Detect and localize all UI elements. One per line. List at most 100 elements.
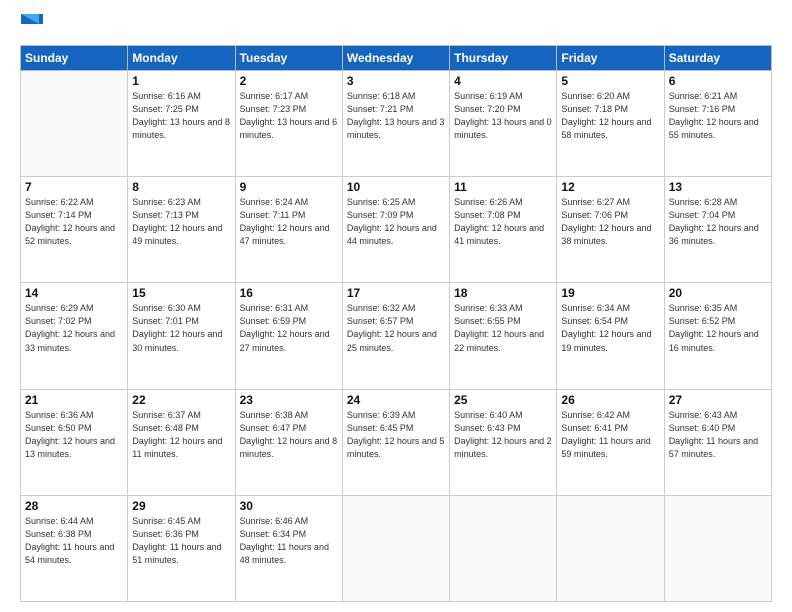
day-number: 9 [240, 180, 338, 194]
calendar-cell: 21 Sunrise: 6:36 AMSunset: 6:50 PMDayligh… [21, 389, 128, 495]
calendar-cell: 6 Sunrise: 6:21 AMSunset: 7:16 PMDaylight… [664, 71, 771, 177]
day-number: 13 [669, 180, 767, 194]
week-row-4: 21 Sunrise: 6:36 AMSunset: 6:50 PMDayligh… [21, 389, 772, 495]
day-info: Sunrise: 6:43 AMSunset: 6:40 PMDaylight:… [669, 409, 767, 461]
weekday-header-sunday: Sunday [21, 46, 128, 71]
day-number: 22 [132, 393, 230, 407]
week-row-3: 14 Sunrise: 6:29 AMSunset: 7:02 PMDayligh… [21, 283, 772, 389]
day-number: 24 [347, 393, 445, 407]
calendar-cell: 24 Sunrise: 6:39 AMSunset: 6:45 PMDayligh… [342, 389, 449, 495]
day-number: 20 [669, 286, 767, 300]
day-number: 1 [132, 74, 230, 88]
calendar-cell: 22Sunrise: 6:37 AMSunset: 6:48 PMDayligh… [128, 389, 235, 495]
calendar-cell: 30 Sunrise: 6:46 AMSunset: 6:34 PMDayligh… [235, 495, 342, 601]
day-number: 29 [132, 499, 230, 513]
day-number: 26 [561, 393, 659, 407]
calendar-cell: 17 Sunrise: 6:32 AMSunset: 6:57 PMDayligh… [342, 283, 449, 389]
calendar-cell: 4 Sunrise: 6:19 AMSunset: 7:20 PMDaylight… [450, 71, 557, 177]
day-info: Sunrise: 6:24 AMSunset: 7:11 PMDaylight:… [240, 196, 338, 248]
calendar-cell: 29 Sunrise: 6:45 AMSunset: 6:36 PMDayligh… [128, 495, 235, 601]
day-info: Sunrise: 6:34 AMSunset: 6:54 PMDaylight:… [561, 302, 659, 354]
week-row-5: 28Sunrise: 6:44 AMSunset: 6:38 PMDayligh… [21, 495, 772, 601]
day-info: Sunrise: 6:32 AMSunset: 6:57 PMDaylight:… [347, 302, 445, 354]
day-number: 25 [454, 393, 552, 407]
day-number: 19 [561, 286, 659, 300]
day-info: Sunrise: 6:18 AMSunset: 7:21 PMDaylight:… [347, 90, 445, 142]
day-number: 17 [347, 286, 445, 300]
day-number: 4 [454, 74, 552, 88]
calendar-cell: 28Sunrise: 6:44 AMSunset: 6:38 PMDayligh… [21, 495, 128, 601]
day-number: 27 [669, 393, 767, 407]
day-info: Sunrise: 6:26 AMSunset: 7:08 PMDaylight:… [454, 196, 552, 248]
day-number: 23 [240, 393, 338, 407]
day-info: Sunrise: 6:33 AMSunset: 6:55 PMDaylight:… [454, 302, 552, 354]
day-info: Sunrise: 6:42 AMSunset: 6:41 PMDaylight:… [561, 409, 659, 461]
weekday-header-row: SundayMondayTuesdayWednesdayThursdayFrid… [21, 46, 772, 71]
weekday-header-friday: Friday [557, 46, 664, 71]
day-number: 2 [240, 74, 338, 88]
calendar-cell: 11 Sunrise: 6:26 AMSunset: 7:08 PMDayligh… [450, 177, 557, 283]
header [20, 16, 772, 37]
calendar: SundayMondayTuesdayWednesdayThursdayFrid… [20, 45, 772, 602]
day-number: 16 [240, 286, 338, 300]
day-info: Sunrise: 6:40 AMSunset: 6:43 PMDaylight:… [454, 409, 552, 461]
calendar-cell [342, 495, 449, 601]
calendar-cell: 13 Sunrise: 6:28 AMSunset: 7:04 PMDayligh… [664, 177, 771, 283]
day-number: 5 [561, 74, 659, 88]
day-info: Sunrise: 6:21 AMSunset: 7:16 PMDaylight:… [669, 90, 767, 142]
day-info: Sunrise: 6:22 AMSunset: 7:14 PMDaylight:… [25, 196, 123, 248]
day-number: 6 [669, 74, 767, 88]
calendar-cell: 19 Sunrise: 6:34 AMSunset: 6:54 PMDayligh… [557, 283, 664, 389]
day-number: 11 [454, 180, 552, 194]
day-number: 21 [25, 393, 123, 407]
logo [20, 16, 43, 37]
day-info: Sunrise: 6:46 AMSunset: 6:34 PMDaylight:… [240, 515, 338, 567]
day-number: 15 [132, 286, 230, 300]
calendar-cell: 1 Sunrise: 6:16 AMSunset: 7:25 PMDaylight… [128, 71, 235, 177]
day-number: 30 [240, 499, 338, 513]
calendar-cell: 2 Sunrise: 6:17 AMSunset: 7:23 PMDaylight… [235, 71, 342, 177]
day-number: 3 [347, 74, 445, 88]
weekday-header-thursday: Thursday [450, 46, 557, 71]
calendar-cell: 3 Sunrise: 6:18 AMSunset: 7:21 PMDaylight… [342, 71, 449, 177]
calendar-cell: 16 Sunrise: 6:31 AMSunset: 6:59 PMDayligh… [235, 283, 342, 389]
calendar-cell: 27 Sunrise: 6:43 AMSunset: 6:40 PMDayligh… [664, 389, 771, 495]
day-number: 18 [454, 286, 552, 300]
day-info: Sunrise: 6:44 AMSunset: 6:38 PMDaylight:… [25, 515, 123, 567]
day-info: Sunrise: 6:17 AMSunset: 7:23 PMDaylight:… [240, 90, 338, 142]
weekday-header-wednesday: Wednesday [342, 46, 449, 71]
day-info: Sunrise: 6:35 AMSunset: 6:52 PMDaylight:… [669, 302, 767, 354]
calendar-cell: 8Sunrise: 6:23 AMSunset: 7:13 PMDaylight… [128, 177, 235, 283]
calendar-cell [664, 495, 771, 601]
day-info: Sunrise: 6:31 AMSunset: 6:59 PMDaylight:… [240, 302, 338, 354]
calendar-cell: 25 Sunrise: 6:40 AMSunset: 6:43 PMDayligh… [450, 389, 557, 495]
day-number: 7 [25, 180, 123, 194]
calendar-cell [450, 495, 557, 601]
day-info: Sunrise: 6:30 AMSunset: 7:01 PMDaylight:… [132, 302, 230, 354]
calendar-cell: 26 Sunrise: 6:42 AMSunset: 6:41 PMDayligh… [557, 389, 664, 495]
week-row-2: 7 Sunrise: 6:22 AMSunset: 7:14 PMDaylight… [21, 177, 772, 283]
day-info: Sunrise: 6:36 AMSunset: 6:50 PMDaylight:… [25, 409, 123, 461]
calendar-cell: 14 Sunrise: 6:29 AMSunset: 7:02 PMDayligh… [21, 283, 128, 389]
day-info: Sunrise: 6:29 AMSunset: 7:02 PMDaylight:… [25, 302, 123, 354]
day-info: Sunrise: 6:27 AMSunset: 7:06 PMDaylight:… [561, 196, 659, 248]
calendar-cell: 15 Sunrise: 6:30 AMSunset: 7:01 PMDayligh… [128, 283, 235, 389]
day-number: 10 [347, 180, 445, 194]
day-info: Sunrise: 6:16 AMSunset: 7:25 PMDaylight:… [132, 90, 230, 142]
day-info: Sunrise: 6:28 AMSunset: 7:04 PMDaylight:… [669, 196, 767, 248]
calendar-cell: 23 Sunrise: 6:38 AMSunset: 6:47 PMDayligh… [235, 389, 342, 495]
day-info: Sunrise: 6:20 AMSunset: 7:18 PMDaylight:… [561, 90, 659, 142]
day-number: 14 [25, 286, 123, 300]
weekday-header-monday: Monday [128, 46, 235, 71]
calendar-cell: 10Sunrise: 6:25 AMSunset: 7:09 PMDayligh… [342, 177, 449, 283]
calendar-cell: 5 Sunrise: 6:20 AMSunset: 7:18 PMDaylight… [557, 71, 664, 177]
day-info: Sunrise: 6:39 AMSunset: 6:45 PMDaylight:… [347, 409, 445, 461]
day-number: 12 [561, 180, 659, 194]
calendar-cell: 20 Sunrise: 6:35 AMSunset: 6:52 PMDayligh… [664, 283, 771, 389]
calendar-cell [21, 71, 128, 177]
day-info: Sunrise: 6:45 AMSunset: 6:36 PMDaylight:… [132, 515, 230, 567]
day-info: Sunrise: 6:19 AMSunset: 7:20 PMDaylight:… [454, 90, 552, 142]
calendar-cell [557, 495, 664, 601]
day-info: Sunrise: 6:38 AMSunset: 6:47 PMDaylight:… [240, 409, 338, 461]
calendar-cell: 12 Sunrise: 6:27 AMSunset: 7:06 PMDayligh… [557, 177, 664, 283]
